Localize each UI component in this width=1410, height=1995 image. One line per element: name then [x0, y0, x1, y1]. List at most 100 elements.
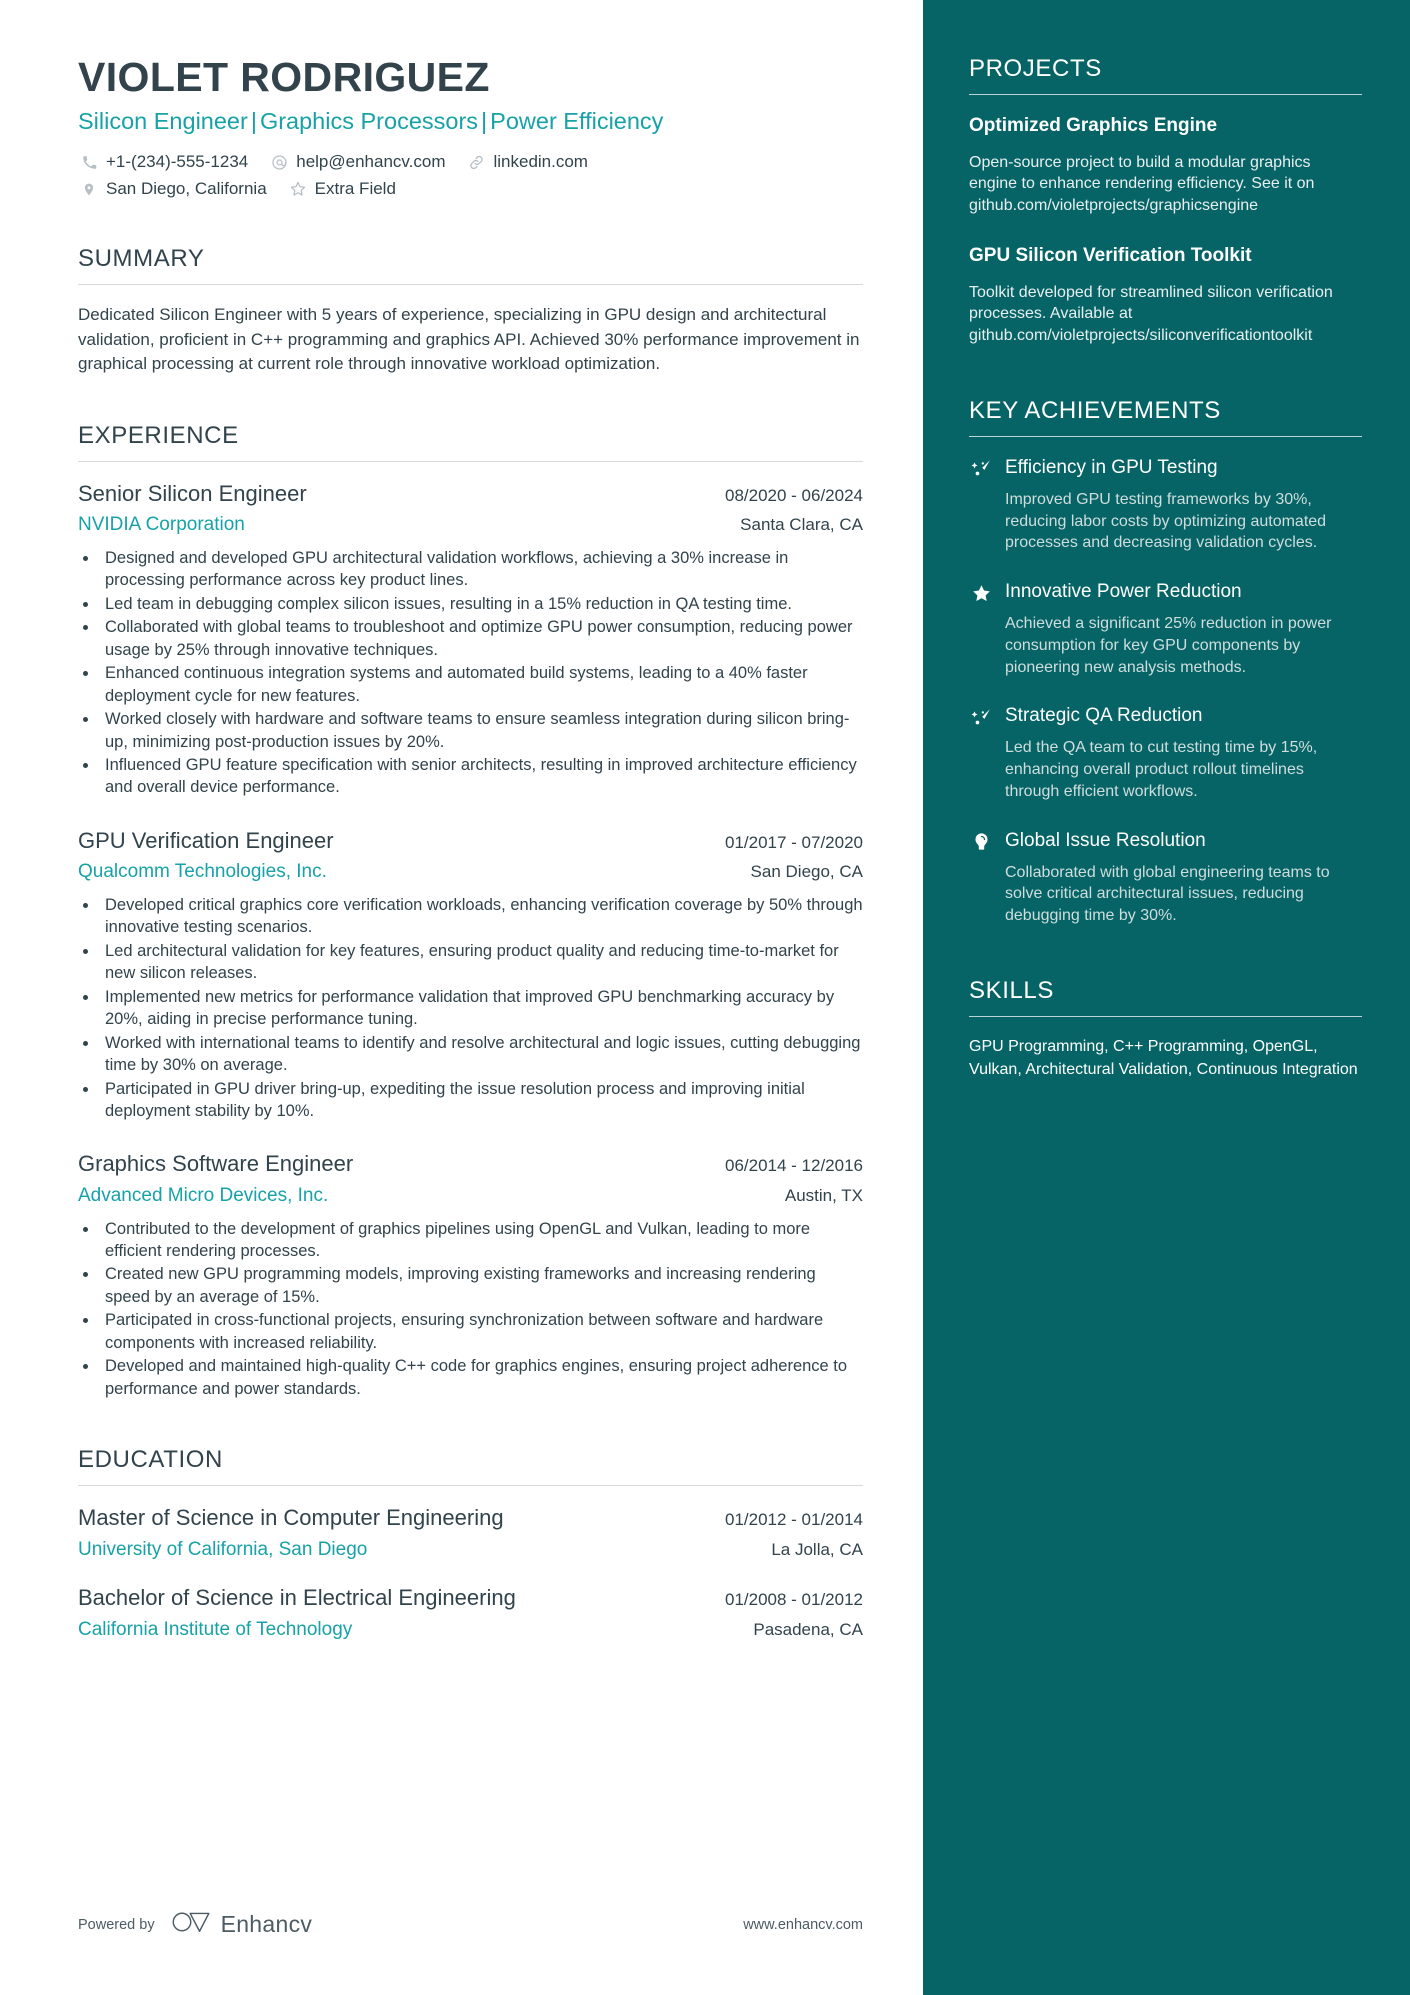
phone-icon [78, 152, 100, 172]
job-title: Senior Silicon Engineer [78, 480, 307, 506]
achievement-header: Innovative Power Reduction [969, 580, 1362, 606]
job-location: Santa Clara, CA [740, 515, 863, 535]
education-entry-top: Bachelor of Science in Electrical Engine… [78, 1584, 863, 1612]
enhancv-wordmark: Enhancv [220, 1911, 313, 1937]
achievement-title: Global Issue Resolution [1005, 829, 1206, 851]
job-bullet: Contributed to the development of graphi… [99, 1218, 863, 1263]
resume-page: VIOLET RODRIGUEZ Silicon Engineer | Graphi… [0, 0, 1410, 1995]
enhancv-logo: Enhancv [172, 1910, 313, 1939]
trend-arrow-icon [969, 704, 993, 730]
main-column: VIOLET RODRIGUEZ Silicon Engineer | Graphi… [0, 0, 923, 1995]
enhancv-mark-icon [172, 1910, 212, 1939]
achievement-item: Strategic QA Reduction Led the QA team t… [969, 704, 1362, 802]
education-heading: EDUCATION [78, 1446, 863, 1487]
project-item: Optimized Graphics Engine Open-source pr… [969, 114, 1362, 217]
headline-part-3: Power Efficiency [490, 107, 664, 134]
contact-row-1: +1-(234)-555-1234 help@enhancv.com linke… [78, 152, 863, 172]
email-icon [268, 152, 290, 172]
contact-row-2: San Diego, California Extra Field [78, 179, 863, 199]
contact-location[interactable]: San Diego, California [78, 179, 267, 199]
job-title: GPU Verification Engineer [78, 827, 334, 853]
job-company: NVIDIA Corporation [78, 514, 245, 536]
experience-entry-sub: Qualcomm Technologies, Inc. San Diego, C… [78, 860, 863, 885]
lightbulb-icon [969, 829, 993, 855]
experience-entry-top: Senior Silicon Engineer 08/2020 - 06/202… [78, 480, 863, 508]
job-bullet: Worked closely with hardware and softwar… [99, 708, 863, 753]
contact-email-text: help@enhancv.com [296, 152, 446, 172]
section-summary: SUMMARY Dedicated Silicon Engineer with … [78, 245, 863, 375]
experience-heading: EXPERIENCE [78, 422, 863, 462]
job-company: Qualcomm Technologies, Inc. [78, 861, 327, 883]
contact-extra-field-text: Extra Field [314, 179, 396, 199]
headline-separator: | [481, 107, 488, 134]
school-name: University of California, San Diego [78, 1538, 368, 1560]
job-bullet: Created new GPU programming models, impr… [99, 1263, 863, 1308]
contact-link-text: linkedin.com [493, 152, 588, 172]
link-icon [465, 152, 487, 172]
job-bullet-list: Designed and developed GPU architectural… [78, 547, 863, 799]
footer-branding: Powered by Enhancv [78, 1910, 312, 1939]
footer-url[interactable]: www.enhancv.com [743, 1917, 863, 1933]
job-title: Graphics Software Engineer [78, 1151, 354, 1177]
project-title: Optimized Graphics Engine [969, 115, 1218, 136]
job-bullet: Enhanced continuous integration systems … [99, 662, 863, 707]
job-company: Advanced Micro Devices, Inc. [78, 1184, 329, 1206]
contact-phone-text: +1-(234)-555-1234 [106, 152, 249, 172]
job-location: Austin, TX [784, 1185, 863, 1205]
footer: Powered by Enhancv www.enhancv.com [78, 1910, 863, 1939]
project-title: GPU Silicon Verification Toolkit [969, 244, 1252, 266]
contact-email[interactable]: help@enhancv.com [268, 152, 445, 172]
headline-part-2: Graphics Processors [259, 107, 479, 134]
project-description: Toolkit developed for streamlined silico… [969, 283, 1333, 345]
job-location: San Diego, CA [750, 862, 863, 882]
contact-block: +1-(234)-555-1234 help@enhancv.com linke… [78, 152, 863, 199]
school-name: California Institute of Technology [78, 1618, 353, 1640]
job-bullet: Implemented new metrics for performance … [99, 986, 863, 1031]
education-entry-top: Master of Science in Computer Engineerin… [78, 1504, 863, 1532]
job-bullet: Collaborated with global teams to troubl… [99, 616, 863, 661]
job-date: 01/2017 - 07/2020 [724, 832, 863, 852]
job-date: 06/2014 - 12/2016 [724, 1156, 863, 1176]
contact-extra-field[interactable]: Extra Field [287, 179, 396, 199]
degree-date: 01/2008 - 01/2012 [724, 1590, 863, 1610]
contact-phone[interactable]: +1-(234)-555-1234 [78, 152, 248, 172]
job-bullet-list: Contributed to the development of graphi… [78, 1218, 863, 1401]
section-key-achievements: KEY ACHIEVEMENTS Efficiency in GPU Testi… [969, 397, 1362, 927]
experience-entry: GPU Verification Engineer 01/2017 - 07/2… [78, 827, 863, 1123]
achievement-title: Efficiency in GPU Testing [1005, 456, 1218, 478]
job-date: 08/2020 - 06/2024 [724, 485, 863, 505]
experience-entry-sub: Advanced Micro Devices, Inc. Austin, TX [78, 1184, 863, 1209]
section-experience: EXPERIENCE Senior Silicon Engineer 08/20… [78, 422, 863, 1400]
section-projects: PROJECTS Optimized Graphics Engine Open-… [969, 55, 1362, 347]
job-bullet: Influenced GPU feature specification wit… [99, 754, 863, 799]
achievement-header: Global Issue Resolution [969, 829, 1362, 855]
page-title: VIOLET RODRIGUEZ [78, 54, 490, 100]
skills-text: GPU Programming, C++ Programming, OpenGL… [969, 1037, 1358, 1078]
summary-text: Dedicated Silicon Engineer with 5 years … [78, 305, 860, 373]
job-bullet-list: Developed critical graphics core verific… [78, 894, 863, 1122]
contact-link[interactable]: linkedin.com [465, 152, 588, 172]
sidebar: PROJECTS Optimized Graphics Engine Open-… [923, 0, 1410, 1995]
experience-entry-sub: NVIDIA Corporation Santa Clara, CA [78, 513, 863, 538]
achievement-title: Strategic QA Reduction [1005, 705, 1203, 727]
achievement-description: Led the QA team to cut testing time by 1… [1005, 739, 1318, 800]
experience-entry: Graphics Software Engineer 06/2014 - 12/… [78, 1150, 863, 1400]
job-bullet: Participated in cross-functional project… [99, 1309, 863, 1354]
achievement-description: Collaborated with global engineering tea… [1005, 863, 1330, 925]
star-outline-icon [287, 179, 309, 199]
section-skills: SKILLS GPU Programming, C++ Programming,… [969, 977, 1362, 1081]
achievement-title: Innovative Power Reduction [1005, 581, 1242, 603]
education-entry: Master of Science in Computer Engineerin… [78, 1504, 863, 1562]
education-entry: Bachelor of Science in Electrical Engine… [78, 1584, 863, 1642]
school-location: Pasadena, CA [753, 1619, 863, 1639]
degree-title: Bachelor of Science in Electrical Engine… [78, 1585, 516, 1611]
experience-entry: Senior Silicon Engineer 08/2020 - 06/202… [78, 480, 863, 799]
job-bullet: Led architectural validation for key fea… [99, 940, 863, 985]
job-bullet: Participated in GPU driver bring-up, exp… [99, 1078, 863, 1123]
job-bullet: Led team in debugging complex silicon is… [99, 593, 863, 615]
achievement-header: Efficiency in GPU Testing [969, 456, 1362, 482]
job-bullet: Developed and maintained high-quality C+… [99, 1355, 863, 1400]
job-bullet: Designed and developed GPU architectural… [99, 547, 863, 592]
section-education: EDUCATION Master of Science in Computer … [78, 1446, 863, 1642]
headline-separator: | [250, 107, 257, 134]
